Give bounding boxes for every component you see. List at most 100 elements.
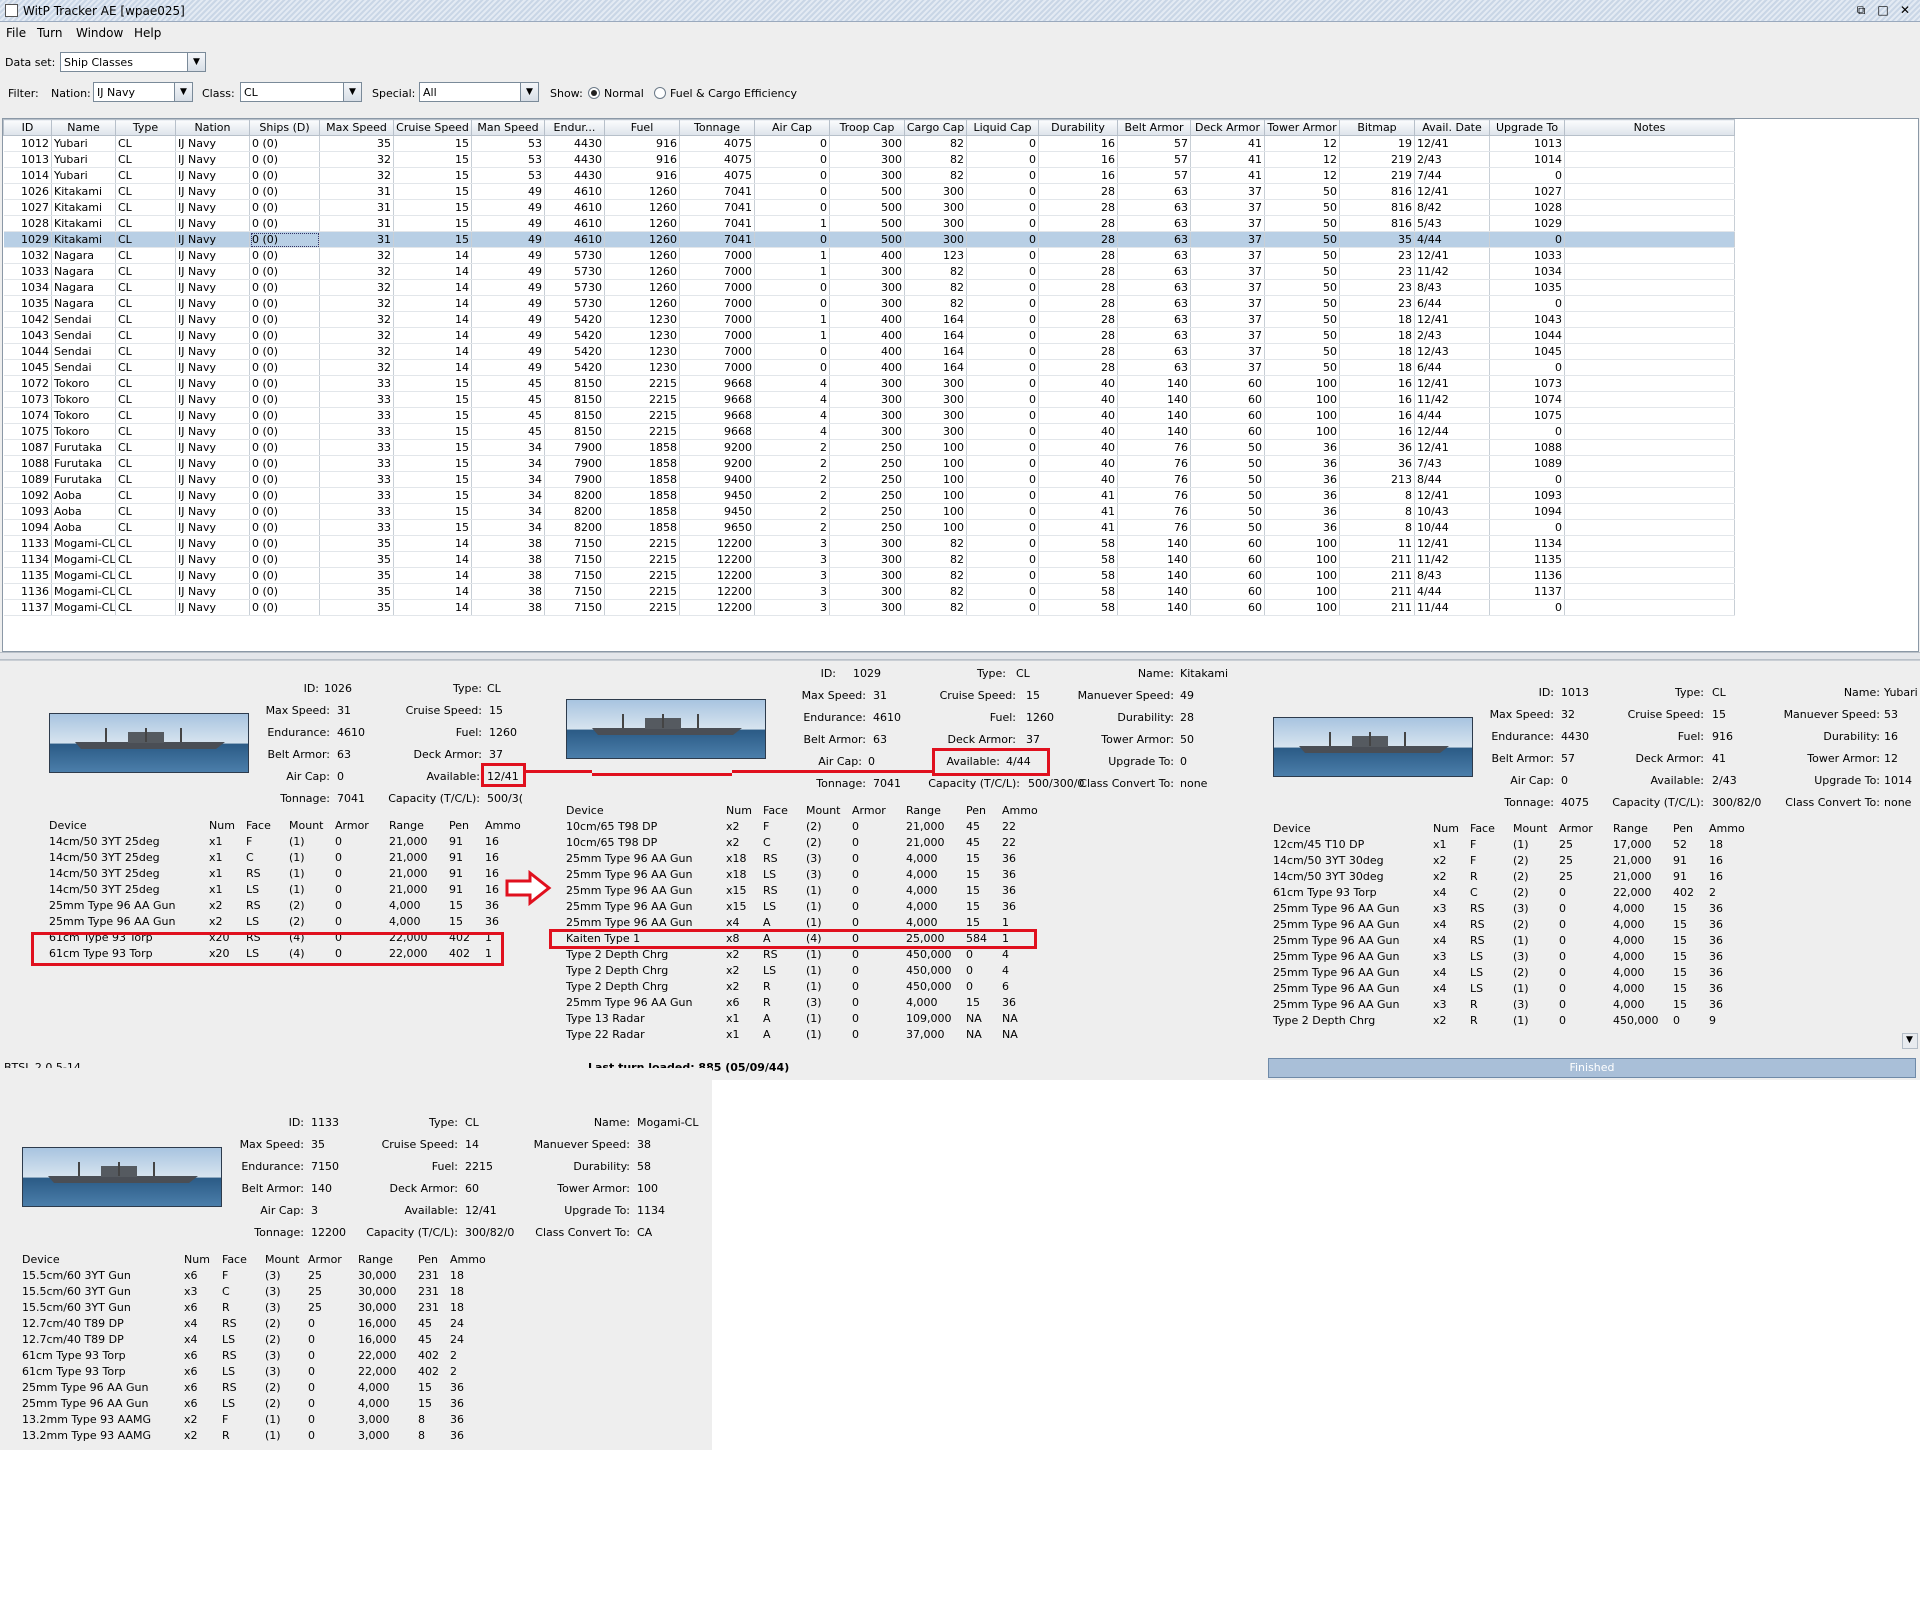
device-cell: 15 (966, 884, 980, 897)
dataset-select[interactable]: Ship Classes ▼ (60, 52, 206, 72)
show-fuel-radio[interactable] (654, 87, 666, 99)
column-header[interactable]: Avail. Date (1414, 119, 1490, 136)
chevron-down-icon[interactable]: ▼ (187, 53, 205, 71)
device-cell: 15 (966, 900, 980, 913)
table-row[interactable]: 1075 Tokoro CL IJ Navy 0 (0) 33 15 45 8150 2215 96… (3, 423, 1735, 440)
menu-file[interactable]: File (6, 26, 26, 40)
scroll-down-button[interactable]: ▼ (1902, 1033, 1918, 1049)
chevron-down-icon[interactable]: ▼ (174, 83, 192, 101)
column-header[interactable]: ID (3, 119, 52, 136)
table-row[interactable]: 1094 Aoba CL IJ Navy 0 (0) 33 15 34 8200 1858 9650… (3, 519, 1735, 536)
table-cell: 0 (754, 199, 830, 216)
table-row[interactable]: 1027 Kitakami CL IJ Navy 0 (0) 31 15 49 4610 1260… (3, 199, 1735, 216)
class-select[interactable]: CL ▼ (240, 82, 362, 102)
table-row[interactable]: 1134 Mogami-CL CL IJ Navy 0 (0) 35 14 38 7150 221… (3, 551, 1735, 568)
column-header[interactable]: Tonnage (679, 119, 755, 136)
table-row[interactable]: 1087 Furutaka CL IJ Navy 0 (0) 33 15 34 7900 1858… (3, 439, 1735, 456)
column-header[interactable]: Type (115, 119, 176, 136)
column-header[interactable]: Fuel (604, 119, 680, 136)
column-header[interactable]: Troop Cap (829, 119, 905, 136)
table-row[interactable]: 1072 Tokoro CL IJ Navy 0 (0) 33 15 45 8150 2215 96… (3, 375, 1735, 392)
column-header[interactable]: Max Speed (319, 119, 394, 136)
column-header[interactable]: Notes (1564, 119, 1735, 136)
chevron-down-icon[interactable]: ▼ (343, 83, 361, 101)
table-row[interactable]: 1092 Aoba CL IJ Navy 0 (0) 33 15 34 8200 1858 9450… (3, 487, 1735, 504)
column-header[interactable]: Cruise Speed (393, 119, 472, 136)
device-cell: x4 (1433, 982, 1447, 995)
device-cell: LS (222, 1365, 236, 1378)
table-row[interactable]: 1013 Yubari CL IJ Navy 0 (0) 32 15 53 4430 916 407… (3, 151, 1735, 168)
column-header[interactable]: Nation (175, 119, 250, 136)
column-header[interactable]: Man Speed (471, 119, 545, 136)
table-row[interactable]: 1088 Furutaka CL IJ Navy 0 (0) 33 15 34 7900 1858… (3, 455, 1735, 472)
device-cell: 4,000 (358, 1381, 390, 1394)
show-normal-radio[interactable] (588, 87, 600, 99)
table-row[interactable]: 1014 Yubari CL IJ Navy 0 (0) 32 15 53 4430 916 407… (3, 167, 1735, 184)
device-cell: 15 (966, 916, 980, 929)
column-header[interactable]: Endur... (544, 119, 605, 136)
device-table-header: Device Num Face Mount Armor Range Pen Ammo (22, 1253, 542, 1269)
column-header[interactable]: Air Cap (754, 119, 830, 136)
chevron-down-icon[interactable]: ▼ (520, 83, 538, 101)
special-select[interactable]: All ▼ (419, 82, 539, 102)
table-row[interactable]: 1012 Yubari CL IJ Navy 0 (0) 35 15 53 4430 916 407… (3, 135, 1735, 152)
column-header[interactable]: Cargo Cap (904, 119, 967, 136)
table-row[interactable]: 1093 Aoba CL IJ Navy 0 (0) 33 15 34 8200 1858 9450… (3, 503, 1735, 520)
table-row[interactable]: 1028 Kitakami CL IJ Navy 0 (0) 31 15 49 4610 1260… (3, 215, 1735, 232)
table-cell (1564, 135, 1735, 152)
table-row[interactable]: 1089 Furutaka CL IJ Navy 0 (0) 33 15 34 7900 1858… (3, 471, 1735, 488)
restore-icon[interactable]: ⧉ (1852, 2, 1870, 19)
column-header[interactable]: Name (51, 119, 116, 136)
table-cell: 4610 (544, 215, 605, 232)
table-row[interactable]: 1035 Nagara CL IJ Navy 0 (0) 32 14 49 5730 1260 70… (3, 295, 1735, 312)
table-cell: 14 (393, 263, 472, 280)
table-row[interactable]: 1042 Sendai CL IJ Navy 0 (0) 32 14 49 5420 1230 70… (3, 311, 1735, 328)
nation-select[interactable]: IJ Navy ▼ (93, 82, 193, 102)
table-row[interactable]: 1026 Kitakami CL IJ Navy 0 (0) 31 15 49 4610 1260… (3, 183, 1735, 200)
close-icon[interactable]: ✕ (1896, 2, 1914, 19)
table-cell: 15 (393, 151, 472, 168)
table-row[interactable]: 1033 Nagara CL IJ Navy 0 (0) 32 14 49 5730 1260 70… (3, 263, 1735, 280)
table-row[interactable]: 1032 Nagara CL IJ Navy 0 (0) 32 14 49 5730 1260 70… (3, 247, 1735, 264)
column-header[interactable]: Ships (D) (249, 119, 320, 136)
maximize-icon[interactable]: □ (1874, 2, 1892, 19)
table-row[interactable]: 1135 Mogami-CL CL IJ Navy 0 (0) 35 14 38 7150 221… (3, 567, 1735, 584)
table-cell: 7000 (679, 279, 755, 296)
column-header[interactable]: Deck Armor (1190, 119, 1265, 136)
device-cell: 25mm Type 96 AA Gun (1273, 902, 1400, 915)
field-value-upgrade-to: 0 (1180, 755, 1187, 768)
device-cell: (3) (265, 1269, 281, 1282)
table-row[interactable]: 1136 Mogami-CL CL IJ Navy 0 (0) 35 14 38 7150 221… (3, 583, 1735, 600)
column-header[interactable]: Belt Armor (1117, 119, 1191, 136)
table-cell: 60 (1190, 375, 1265, 392)
device-cell: 15 (449, 915, 463, 928)
table-cell: 140 (1117, 567, 1191, 584)
menu-window[interactable]: Window (76, 26, 123, 40)
field-label-air-cap: Air Cap: (260, 1204, 304, 1217)
table-cell: 40 (1038, 391, 1118, 408)
table-row[interactable]: 1133 Mogami-CL CL IJ Navy 0 (0) 35 14 38 7150 221… (3, 535, 1735, 552)
column-header[interactable]: Tower Armor (1264, 119, 1340, 136)
table-cell: 57 (1117, 167, 1191, 184)
table-row[interactable]: 1029 Kitakami CL IJ Navy 0 (0) 31 15 49 4610 1260… (3, 231, 1735, 248)
column-header[interactable]: Upgrade To (1489, 119, 1565, 136)
column-header[interactable]: Bitmap (1339, 119, 1415, 136)
table-row[interactable]: 1044 Sendai CL IJ Navy 0 (0) 32 14 49 5420 1230 70… (3, 343, 1735, 360)
menu-help[interactable]: Help (134, 26, 161, 40)
device-cell: 4 (1002, 964, 1009, 977)
column-header[interactable]: Liquid Cap (966, 119, 1039, 136)
table-row[interactable]: 1073 Tokoro CL IJ Navy 0 (0) 33 15 45 8150 2215 96… (3, 391, 1735, 408)
table-cell: 2215 (604, 583, 680, 600)
table-row[interactable]: 1034 Nagara CL IJ Navy 0 (0) 32 14 49 5730 1260 70… (3, 279, 1735, 296)
split-pane-divider[interactable] (0, 652, 1920, 660)
table-cell: 28 (1038, 327, 1118, 344)
device-cell: 0 (852, 820, 859, 833)
table-row[interactable]: 1137 Mogami-CL CL IJ Navy 0 (0) 35 14 38 7150 221… (3, 599, 1735, 616)
table-row[interactable]: 1045 Sendai CL IJ Navy 0 (0) 32 14 49 5420 1230 70… (3, 359, 1735, 376)
field-value-deck-armor: 37 (489, 748, 503, 761)
table-row[interactable]: 1043 Sendai CL IJ Navy 0 (0) 32 14 49 5420 1230 70… (3, 327, 1735, 344)
device-column-header: Mount (289, 819, 324, 832)
menu-turn[interactable]: Turn (37, 26, 62, 40)
table-row[interactable]: 1074 Tokoro CL IJ Navy 0 (0) 33 15 45 8150 2215 96… (3, 407, 1735, 424)
column-header[interactable]: Durability (1038, 119, 1118, 136)
